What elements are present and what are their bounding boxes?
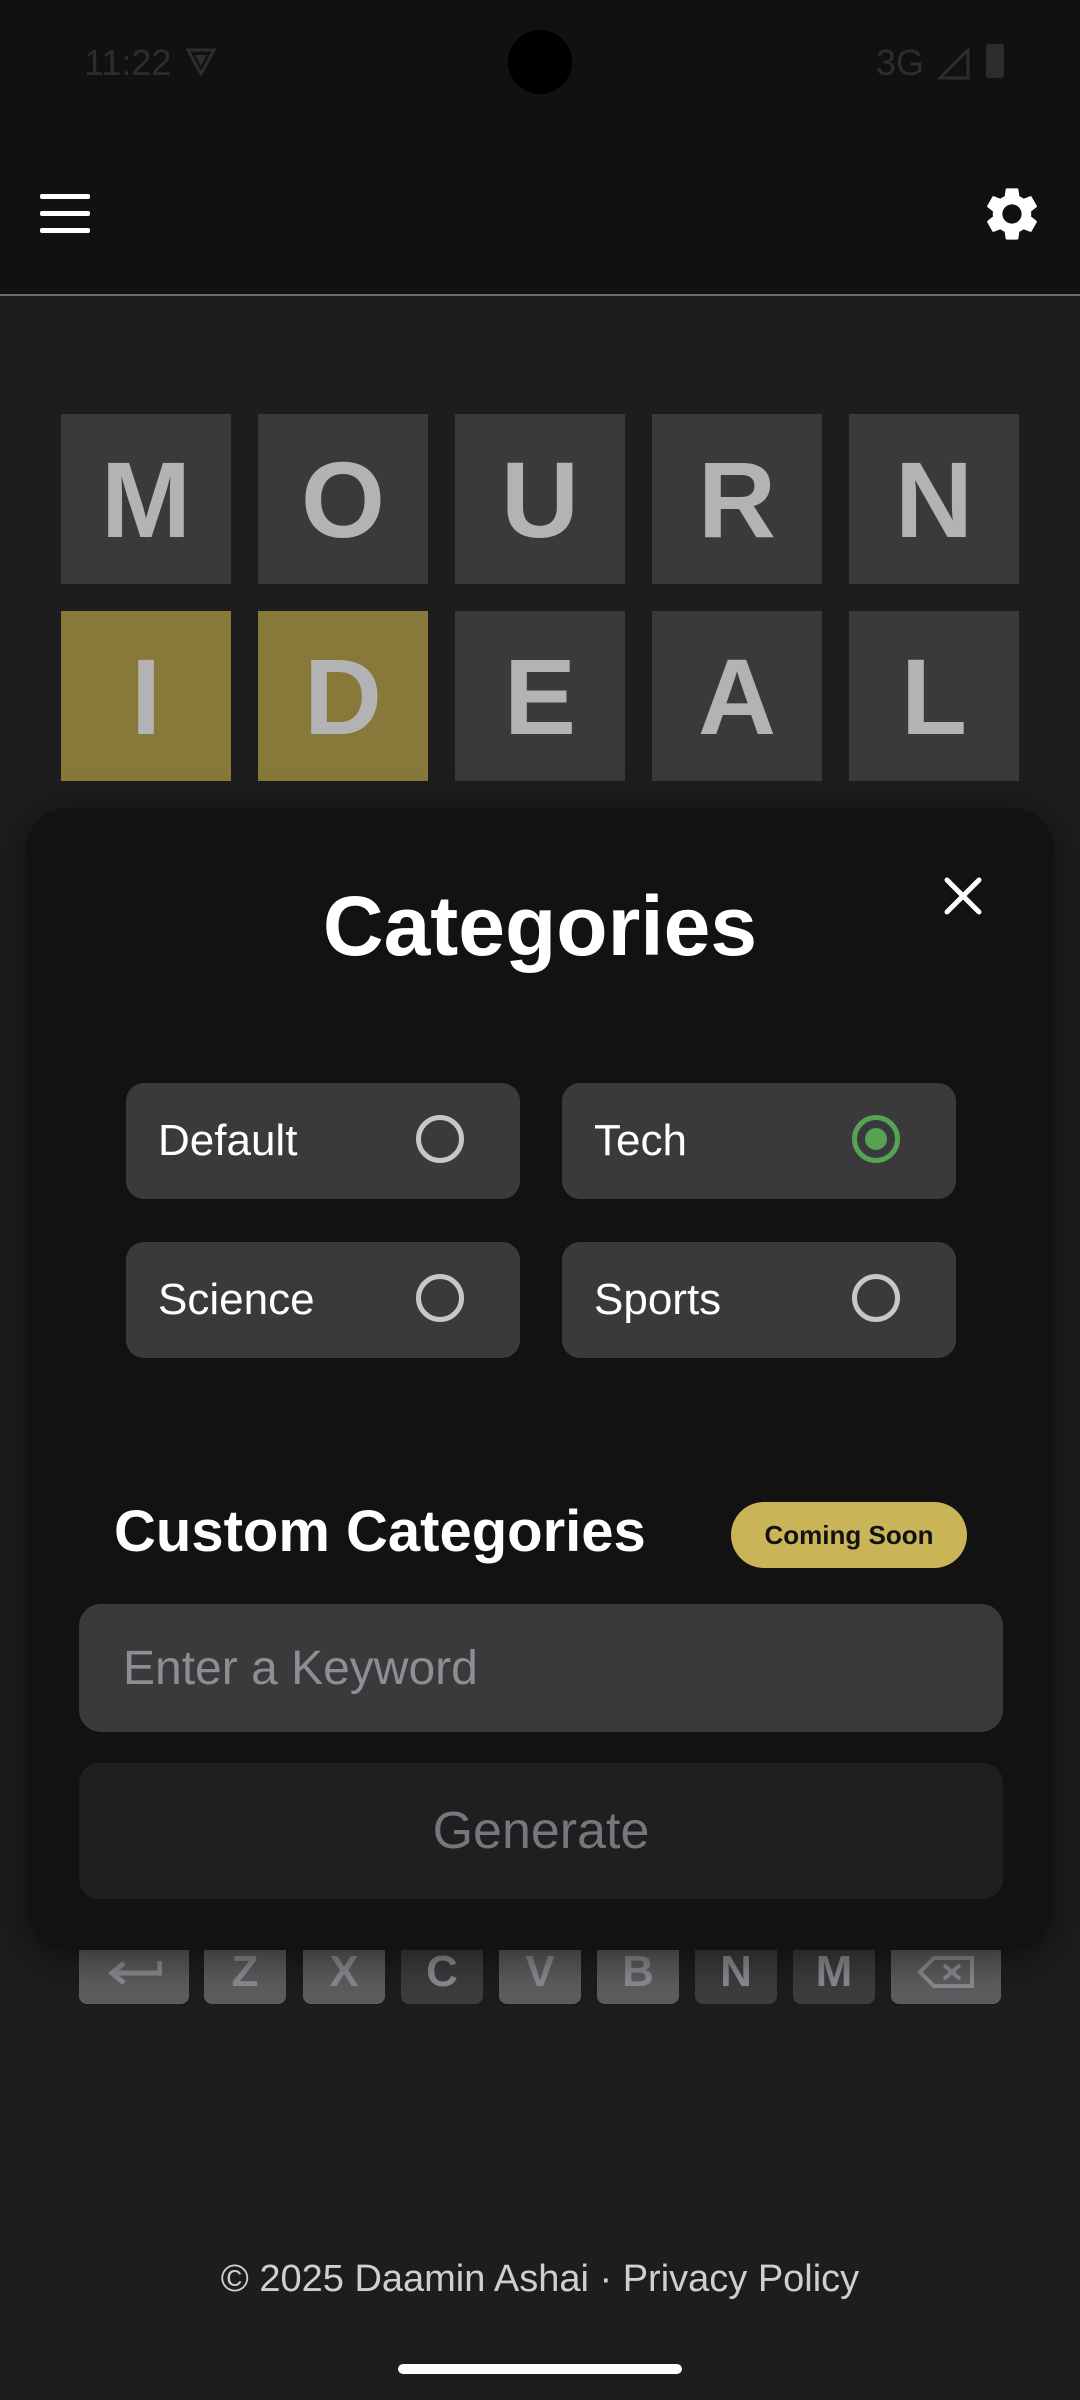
vpn-icon xyxy=(186,48,216,76)
tile: E xyxy=(455,611,625,781)
settings-gear-icon[interactable] xyxy=(980,182,1044,246)
tile: D xyxy=(258,611,428,781)
camera-cutout xyxy=(508,30,572,94)
tile: N xyxy=(849,414,1019,584)
tile: I xyxy=(61,611,231,781)
footer: © 2025 Daamin Ashai · Privacy Policy xyxy=(0,2258,1080,2301)
category-option-science[interactable]: Science xyxy=(126,1242,520,1358)
tile: R xyxy=(652,414,822,584)
option-label: Tech xyxy=(594,1116,687,1165)
custom-categories-title: Custom Categories xyxy=(114,1499,646,1564)
generate-button[interactable]: Generate xyxy=(79,1763,1003,1899)
enter-arrow-icon xyxy=(108,1961,162,1985)
category-option-tech[interactable]: Tech xyxy=(562,1083,956,1199)
status-time: 11:22 xyxy=(84,42,172,83)
modal-title: Categories xyxy=(322,879,758,973)
signal-icon xyxy=(938,48,970,80)
radio-selected-icon[interactable] xyxy=(852,1115,900,1163)
home-indicator[interactable] xyxy=(398,2364,682,2374)
close-icon[interactable] xyxy=(937,870,989,922)
tile: U xyxy=(455,414,625,584)
app-header xyxy=(0,130,1080,296)
status-bar: 11:22 3G xyxy=(0,0,1080,130)
tile: L xyxy=(849,611,1019,781)
radio-unselected-icon[interactable] xyxy=(416,1274,464,1322)
option-label: Default xyxy=(158,1116,298,1165)
keyword-input[interactable] xyxy=(79,1604,1003,1732)
footer-separator: · xyxy=(588,2258,623,2300)
battery-icon xyxy=(986,44,1004,78)
categories-modal: Categories Default Tech Science Sports C… xyxy=(27,808,1053,1950)
coming-soon-badge: Coming Soon xyxy=(731,1502,967,1568)
tile: A xyxy=(652,611,822,781)
category-option-sports[interactable]: Sports xyxy=(562,1242,956,1358)
radio-unselected-icon[interactable] xyxy=(852,1274,900,1322)
menu-button[interactable] xyxy=(40,194,90,234)
privacy-policy-link[interactable]: Privacy Policy xyxy=(623,2258,860,2300)
copyright-text: © 2025 Daamin Ashai xyxy=(220,2258,589,2300)
category-option-default[interactable]: Default xyxy=(126,1083,520,1199)
status-network: 3G xyxy=(876,42,925,83)
option-label: Science xyxy=(158,1275,315,1324)
tile: O xyxy=(258,414,428,584)
option-label: Sports xyxy=(594,1275,722,1324)
tile: M xyxy=(61,414,231,584)
backspace-icon xyxy=(917,1956,974,1988)
radio-unselected-icon[interactable] xyxy=(416,1115,464,1163)
